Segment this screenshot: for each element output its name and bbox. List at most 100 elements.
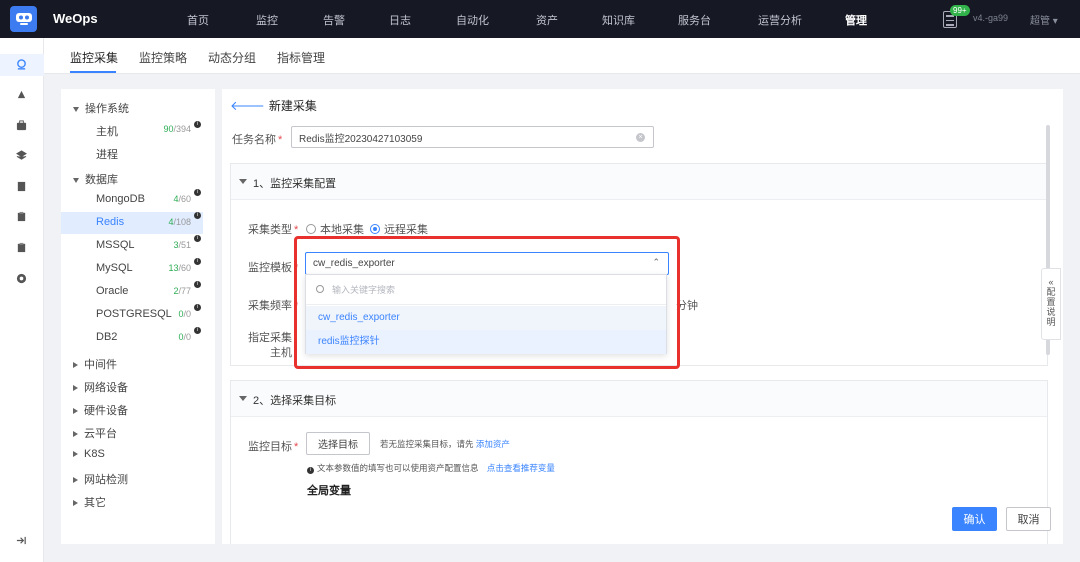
add-asset-link[interactable]: 添加资产	[476, 439, 510, 449]
param-note: i 文本参数值的填写也可以使用资产配置信息 点击查看推荐变量	[307, 462, 555, 474]
caret-right-icon	[73, 500, 78, 507]
tree-group-label: 数据库	[85, 174, 118, 186]
settings-icon[interactable]	[16, 273, 27, 284]
tree-item-process[interactable]: 进程	[61, 142, 203, 164]
tree-item-count: 0/0	[178, 309, 191, 319]
tree-group-k8s[interactable]: K8S	[73, 448, 105, 460]
search-placeholder: 输入关键字搜索	[332, 285, 396, 295]
top-navbar: WeOps 首页 监控 告警 日志 自动化 资产 知识库 服务台 运营分析 管理…	[0, 0, 1080, 38]
tree-group-middleware[interactable]: 中间件	[73, 356, 117, 372]
info-icon[interactable]: i	[194, 304, 201, 311]
nav-item-admin[interactable]: 管理	[845, 12, 867, 28]
tree-group-hardware[interactable]: 硬件设备	[73, 402, 128, 418]
template-select[interactable]: cw_redis_exporter ⌃	[305, 252, 669, 275]
task-name-value: Redis监控20230427103059	[299, 133, 423, 145]
info-icon[interactable]: i	[194, 121, 201, 128]
layers-icon[interactable]	[16, 150, 27, 161]
tab-monitor-strategy[interactable]: 监控策略	[139, 49, 187, 66]
nav-item-analytics[interactable]: 运营分析	[758, 12, 802, 28]
info-icon[interactable]: i	[194, 258, 201, 265]
caret-right-icon	[73, 451, 78, 458]
alarm-icon[interactable]	[16, 89, 27, 100]
user-menu[interactable]: 超管 ▾	[1030, 12, 1058, 27]
tree-group-label: 云平台	[84, 428, 117, 440]
recommended-vars-link[interactable]: 点击查看推荐变量	[487, 463, 555, 473]
tree-item-redis[interactable]: Redis 4/108 i	[61, 212, 203, 234]
toolbox-icon[interactable]	[16, 120, 27, 131]
monitor-icon[interactable]	[16, 59, 27, 70]
active-tab-indicator	[70, 71, 116, 73]
config-guide-tab[interactable]: «配置说明	[1041, 268, 1061, 340]
tree-item-oracle[interactable]: Oracle 2/77 i	[61, 281, 203, 303]
section-header[interactable]: 2、选择采集目标	[231, 381, 1047, 417]
info-icon: i	[307, 467, 314, 474]
clipboard-icon[interactable]	[16, 211, 27, 222]
info-icon[interactable]: i	[194, 235, 201, 242]
book-icon[interactable]	[16, 181, 27, 192]
nav-item-alert[interactable]: 告警	[323, 12, 345, 28]
tree-group-label: K8S	[84, 448, 105, 460]
tree-group-label: 硬件设备	[84, 405, 128, 417]
nav-item-service-desk[interactable]: 服务台	[678, 12, 711, 28]
cancel-button[interactable]: 取消	[1006, 507, 1051, 531]
nav-item-monitor[interactable]: 监控	[256, 12, 278, 28]
radio-checked-icon	[370, 224, 380, 234]
tree-group-cloud[interactable]: 云平台	[73, 425, 117, 441]
caret-down-icon	[239, 179, 247, 184]
target-hint: 若无监控采集目标，请先 添加资产	[380, 439, 510, 449]
tree-item-label: DB2	[96, 331, 118, 343]
info-icon[interactable]: i	[194, 189, 201, 196]
nav-item-assets[interactable]: 资产	[536, 12, 558, 28]
host-label: 指定采集	[248, 332, 292, 344]
dropdown-search-input[interactable]: 输入关键字搜索	[306, 275, 666, 305]
dropdown-option[interactable]: redis监控探针	[306, 330, 666, 354]
clear-icon[interactable]: ×	[636, 133, 645, 142]
radio-remote-collect[interactable]: 远程采集	[370, 221, 428, 237]
task-name-input[interactable]: Redis监控20230427103059 ×	[291, 126, 654, 148]
tree-item-count: 90/394	[163, 124, 191, 134]
tree-item-count: 4/108	[168, 217, 191, 227]
tree-item-postgresql[interactable]: POSTGRESQL 0/0 i	[61, 304, 203, 326]
tree-item-mysql[interactable]: MySQL 13/60 i	[61, 258, 203, 280]
info-icon[interactable]: i	[194, 327, 201, 334]
tab-metric-management[interactable]: 指标管理	[277, 49, 325, 66]
tree-item-label: MySQL	[96, 262, 133, 274]
tree-group-database[interactable]: 数据库	[73, 171, 118, 187]
tree-item-label: MongoDB	[96, 193, 145, 205]
tree-group-label: 其它	[84, 497, 106, 509]
caret-right-icon	[73, 362, 78, 369]
nav-item-automation[interactable]: 自动化	[456, 12, 489, 28]
caret-right-icon	[73, 431, 78, 438]
nav-item-knowledge[interactable]: 知识库	[602, 12, 635, 28]
tree-group-network[interactable]: 网络设备	[73, 379, 128, 395]
select-target-button[interactable]: 选择目标	[306, 432, 370, 455]
info-icon[interactable]: i	[194, 281, 201, 288]
tree-item-db2[interactable]: DB2 0/0 i	[61, 327, 203, 349]
tree-item-host[interactable]: 主机 90/394 i	[61, 119, 203, 141]
nav-item-home[interactable]: 首页	[187, 12, 209, 28]
tree-group-website[interactable]: 网站检测	[73, 471, 128, 487]
report-icon[interactable]	[16, 242, 27, 253]
caret-down-icon	[239, 396, 247, 401]
tree-item-mongodb[interactable]: MongoDB 4/60 i	[61, 189, 203, 211]
radio-local-collect[interactable]: 本地采集	[306, 221, 364, 237]
tree-item-count: 0/0	[178, 332, 191, 342]
tab-dynamic-group[interactable]: 动态分组	[208, 49, 256, 66]
info-icon[interactable]: i	[194, 212, 201, 219]
tree-item-mssql[interactable]: MSSQL 3/51 i	[61, 235, 203, 257]
collapse-sidebar-icon[interactable]	[16, 535, 27, 546]
nav-item-log[interactable]: 日志	[389, 12, 411, 28]
tree-item-label: POSTGRESQL	[96, 308, 172, 320]
section-header[interactable]: 1、监控采集配置	[231, 164, 1047, 200]
back-link[interactable]: 🡐 新建采集	[230, 97, 317, 114]
dropdown-option[interactable]: cw_redis_exporter	[306, 306, 666, 330]
tree-group-other[interactable]: 其它	[73, 494, 106, 510]
tree-group-label: 操作系统	[85, 103, 129, 115]
global-vars-title: 全局变量	[307, 485, 351, 497]
host-label-line2: 主机	[270, 347, 292, 359]
confirm-button[interactable]: 确认	[952, 507, 997, 531]
weops-logo-icon[interactable]	[10, 6, 37, 32]
tree-group-os[interactable]: 操作系统	[73, 100, 129, 116]
tab-monitor-collect[interactable]: 监控采集	[70, 49, 118, 66]
notification-badge: 99+	[950, 5, 970, 16]
